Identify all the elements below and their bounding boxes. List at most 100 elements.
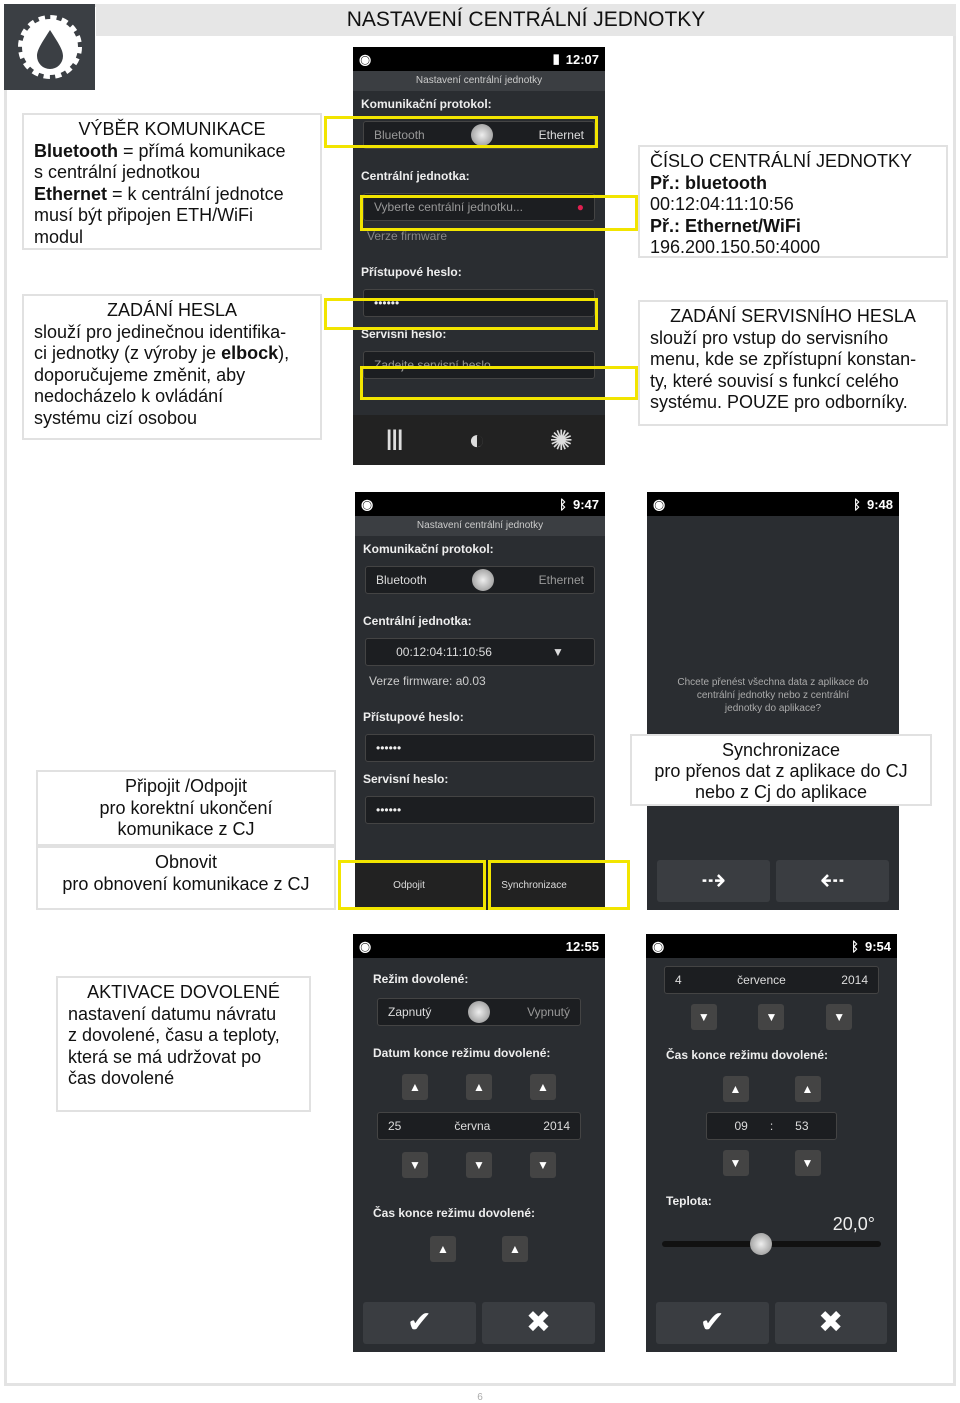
text: slouží pro jedinečnou identifika- (34, 321, 287, 342)
text: 00:12:04:11:10:56 (650, 194, 794, 214)
phone-screen-vacation-time: ◉ ᛒ 9:54 4 července 2014 ▼ ▼ ▼ Čas konce režim… (646, 934, 897, 1352)
text: = přímá komunikace (117, 140, 286, 161)
highlight-protocol (324, 116, 598, 148)
text: ), (278, 343, 290, 363)
note-vacation: AKTIVACE DOVOLENÉ nastavení datumu návra… (56, 976, 311, 1112)
password-label: Přístupové heslo: (363, 710, 464, 724)
text: Bluetooth (34, 140, 118, 161)
year-down-arrow[interactable]: ▼ (826, 1004, 853, 1030)
hour-up-arrow[interactable]: ▲ (722, 1076, 749, 1102)
phone-screen-settings: ◉ ▮ 12:07 Nastavení centrální jednotky Kom… (353, 47, 605, 465)
temperature-slider[interactable] (662, 1233, 881, 1255)
text: menu, kde se zpřístupní konstan- (650, 349, 917, 369)
option-on: Zapnutý (388, 1005, 432, 1019)
status-bar: ◉ ᛒ 9:48 (647, 492, 899, 516)
protocol-label: Komunikační protokol: (363, 542, 494, 556)
month: července (737, 973, 786, 987)
confirm-button[interactable]: ✔ (656, 1302, 769, 1344)
month: června (454, 1119, 491, 1133)
note-password: ZADÁNÍ HESLA slouží pro jedinečnou ident… (22, 294, 322, 440)
toggle-knob[interactable] (471, 569, 494, 591)
cancel-button[interactable]: ✖ (482, 1302, 595, 1344)
gear-icon[interactable]: ✺ (549, 424, 572, 457)
app-to-unit-button[interactable]: ⇢ (657, 860, 770, 902)
phone-screen-sync-dialog: ◉ ᛒ 9:48 Chcete přenést všechna data z apl… (647, 492, 899, 910)
text: která se má udržovat po (68, 1046, 262, 1067)
service-password-input[interactable]: •••••• (365, 796, 595, 824)
text: komunikace z CJ (117, 819, 255, 839)
text: musí být připojen ETH/WiFi (34, 205, 254, 225)
status-bar: ◉ 12:55 (353, 934, 605, 958)
text: čas dovolené (68, 1068, 175, 1088)
text: nebo z Cj do aplikace (694, 782, 868, 802)
eye-icon: ◉ (652, 937, 665, 954)
month-down-arrow[interactable]: ▼ (466, 1152, 492, 1178)
note-title: AKTIVACE DOVOLENÉ (87, 982, 280, 1002)
text: s centrální jednotkou (34, 162, 201, 182)
minute-down-arrow[interactable]: ▼ (794, 1150, 821, 1176)
sync-circle-icon[interactable]: ◐ (468, 424, 485, 456)
year-down-arrow[interactable]: ▼ (530, 1152, 556, 1178)
text: nastavení datumu návratu (68, 1003, 277, 1024)
year-up-arrow[interactable]: ▲ (530, 1074, 556, 1100)
eye-icon: ◉ (361, 495, 374, 512)
option-off: Vypnutý (527, 1005, 570, 1019)
firmware-version: Verze firmware: a0.03 (369, 674, 486, 688)
text: z dovolené, času a teploty, (68, 1025, 280, 1045)
signal-icon: ▮ (552, 51, 560, 66)
toggle-knob[interactable] (468, 1001, 491, 1023)
text: systému cizí osobou (34, 407, 198, 428)
protocol-toggle[interactable]: Bluetooth Ethernet (365, 566, 595, 594)
end-time-label: Čas konce režimu dovolené: (666, 1048, 829, 1062)
text: Ethernet (34, 183, 108, 204)
day-down-arrow[interactable]: ▼ (402, 1152, 428, 1178)
time-value: 09: 53 (706, 1112, 837, 1140)
screen-title: Nastavení centrální jednotky (355, 516, 605, 536)
eye-icon: ◉ (359, 50, 372, 67)
vacation-toggle[interactable]: Zapnutý Vypnutý (377, 998, 581, 1026)
phone-screen-vacation: ◉ 12:55 Režim dovolené: Zapnutý Vypnutý Da… (353, 934, 605, 1352)
unit-to-app-button[interactable]: ⇠ (776, 860, 889, 902)
slider-knob[interactable] (749, 1233, 772, 1255)
screen-title: Nastavení centrální jednotky (353, 71, 605, 91)
text: pro přenos dat z aplikace do CJ (654, 761, 908, 781)
service-password-label: Servisní heslo: (363, 772, 449, 786)
phone-screen-connected: ◉ ᛒ 9:47 Nastavení centrální jednotky Komu… (355, 492, 605, 910)
hour-down-arrow[interactable]: ▼ (722, 1150, 749, 1176)
text: Připojit /Odpojit (124, 776, 248, 796)
confirm-button[interactable]: ✔ (363, 1302, 476, 1344)
minute-up-arrow[interactable]: ▲ (794, 1076, 821, 1102)
date-value: 4 července 2014 (664, 966, 879, 994)
month-down-arrow[interactable]: ▼ (758, 1004, 785, 1030)
month-up-arrow[interactable]: ▲ (466, 1074, 492, 1100)
minute-up-arrow[interactable]: ▲ (502, 1236, 528, 1262)
day-up-arrow[interactable]: ▲ (402, 1074, 428, 1100)
highlight-disconnect (338, 860, 486, 910)
protocol-label: Komunikační protokol: (361, 97, 492, 111)
minute: 53 (795, 1119, 809, 1133)
cancel-button[interactable]: ✖ (774, 1302, 887, 1344)
temperature-value: 20,0° (832, 1214, 875, 1234)
text: Př.: bluetooth (650, 172, 767, 193)
clock: 12:07 (565, 51, 599, 67)
bluetooth-icon: ᛒ (851, 938, 859, 954)
unit-label: Centrální jednotka: (363, 614, 472, 628)
password-input[interactable]: •••••• (365, 734, 595, 762)
text: pro obnovení komunikace z CJ (62, 873, 310, 894)
text: = k centrální jednotce (107, 183, 284, 204)
hour-up-arrow[interactable]: ▲ (430, 1236, 456, 1262)
radiator-icon[interactable]: Ⅲ (385, 424, 404, 457)
day-down-arrow[interactable]: ▼ (690, 1004, 717, 1030)
clock: 9:48 (866, 496, 893, 512)
note-communication: VÝBĚR KOMUNIKACE Bluetooth = přímá komun… (22, 113, 322, 250)
sync-question: Chcete přenést všechna data z aplikace d… (677, 677, 869, 714)
unit-label: Centrální jednotka: (361, 169, 470, 183)
year: 2014 (841, 973, 868, 987)
eye-icon: ◉ (359, 937, 372, 954)
temperature-label: Teplota: (666, 1194, 712, 1208)
text: slouží pro vstup do servisního (650, 327, 889, 348)
text: modul (34, 226, 84, 247)
unit-select[interactable]: 00:12:04:11:10:56 ▼ (365, 638, 595, 666)
text: Synchronizace (721, 740, 841, 760)
end-time-label: Čas konce režimu dovolené: (373, 1206, 536, 1220)
